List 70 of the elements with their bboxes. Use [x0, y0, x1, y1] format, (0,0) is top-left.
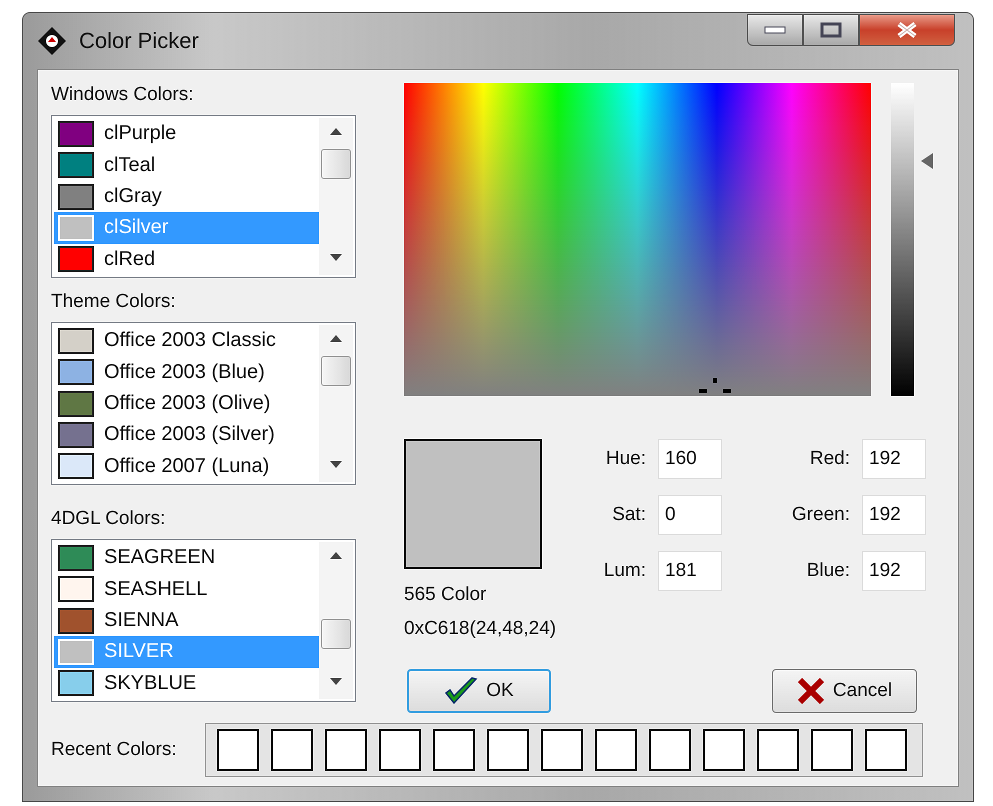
cross-icon — [796, 677, 825, 705]
recent-color-slot[interactable] — [703, 729, 745, 771]
scrollbar[interactable] — [319, 118, 353, 275]
slider-pointer-icon[interactable] — [921, 153, 933, 170]
list-label: Windows Colors: — [51, 83, 195, 107]
field-label: Hue: — [604, 447, 646, 471]
color-list-item[interactable]: clPurple — [54, 118, 319, 150]
field-label: Sat: — [611, 503, 646, 527]
color-spectrum[interactable] — [404, 83, 871, 396]
color-list-item[interactable]: clTeal — [54, 149, 319, 181]
recent-color-slot[interactable] — [379, 729, 421, 771]
recent-color-slot[interactable] — [757, 729, 799, 771]
app-logo-icon — [37, 26, 67, 56]
scrollbar[interactable] — [319, 542, 353, 699]
scroll-down-icon[interactable] — [330, 254, 342, 261]
recent-colors-label: Recent Colors: — [51, 739, 178, 761]
scroll-thumb[interactable] — [321, 619, 351, 649]
number-field[interactable]: 0 — [658, 495, 722, 535]
minimize-button[interactable] — [747, 14, 803, 46]
color-list-item[interactable]: Office 2003 Classic — [54, 325, 319, 356]
field-label: Green: — [790, 503, 850, 527]
list-label: Theme Colors: — [51, 290, 177, 314]
color-code-value: 0xC618(24,48,24) — [404, 617, 558, 641]
recent-color-slot[interactable] — [271, 729, 313, 771]
ok-button[interactable]: OK — [407, 669, 551, 713]
number-field[interactable]: 160 — [658, 439, 722, 479]
maximize-button[interactable] — [803, 14, 859, 46]
window-title: Color Picker — [79, 28, 199, 54]
scroll-thumb[interactable] — [321, 149, 351, 179]
color-format-label: 565 Color — [404, 583, 488, 607]
field-label: Red: — [808, 447, 850, 471]
color-list-item[interactable]: Office 2007 (Luna) — [54, 450, 319, 482]
color-list-item[interactable]: SEAGREEN — [54, 542, 319, 574]
checkmark-icon — [444, 677, 478, 705]
number-field[interactable]: 192 — [862, 439, 926, 479]
number-field[interactable]: 192 — [862, 551, 926, 591]
close-button[interactable] — [859, 14, 955, 46]
number-field[interactable]: 181 — [658, 551, 722, 591]
recent-color-slot[interactable] — [811, 729, 853, 771]
scroll-down-icon[interactable] — [330, 461, 342, 468]
recent-color-slot[interactable] — [433, 729, 475, 771]
field-label: Blue: — [806, 559, 850, 583]
maximize-icon — [820, 22, 842, 38]
color-list-item[interactable]: SEASHELL — [54, 573, 319, 605]
scroll-up-icon[interactable] — [330, 552, 342, 559]
number-field[interactable]: 192 — [862, 495, 926, 535]
cancel-button[interactable]: Cancel — [772, 669, 917, 713]
recent-color-slot[interactable] — [865, 729, 907, 771]
recent-color-slot[interactable] — [541, 729, 583, 771]
recent-color-slot[interactable] — [487, 729, 529, 771]
close-icon — [896, 21, 918, 39]
recent-color-slot[interactable] — [649, 729, 691, 771]
color-list-item[interactable]: clGray — [54, 180, 319, 212]
scroll-down-icon[interactable] — [330, 678, 342, 685]
recent-color-slot[interactable] — [217, 729, 259, 771]
field-label: Lum: — [602, 559, 646, 583]
minimize-icon — [764, 26, 786, 34]
scroll-thumb[interactable] — [321, 356, 351, 386]
recent-color-slot[interactable] — [595, 729, 637, 771]
scroll-up-icon[interactable] — [330, 335, 342, 342]
color-list-item[interactable]: Office 2003 (Olive) — [54, 388, 319, 420]
color-list-item[interactable]: Office 2003 (Blue) — [54, 356, 319, 388]
list-label: 4DGL Colors: — [51, 507, 166, 531]
color-list-item[interactable]: SIENNA — [54, 604, 319, 636]
scrollbar[interactable] — [319, 325, 353, 482]
color-list-item[interactable]: clRed — [54, 244, 319, 276]
color-list-item[interactable]: Office 2003 (Silver) — [54, 419, 319, 451]
scroll-up-icon[interactable] — [330, 128, 342, 135]
recent-color-slot[interactable] — [325, 729, 367, 771]
color-list-item[interactable]: SKYBLUE — [54, 668, 319, 700]
